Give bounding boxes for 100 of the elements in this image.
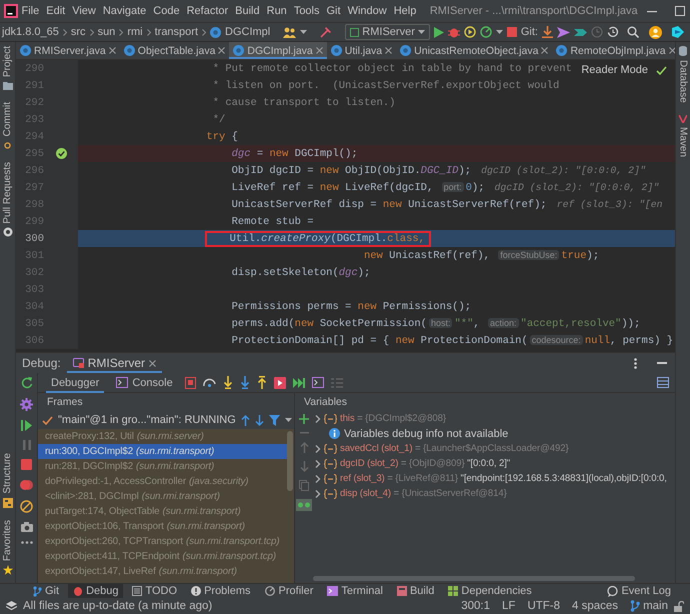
breadcrumb-item[interactable]: transport [154, 26, 198, 38]
minimize-icon[interactable] [657, 362, 667, 364]
stack-frame[interactable]: run:300, DGCImpl$2 (sun.rmi.transport) [38, 444, 287, 459]
step-out-icon[interactable] [256, 376, 267, 389]
debug-icon[interactable] [448, 26, 460, 38]
maximize-icon[interactable] [674, 6, 685, 16]
menu-item[interactable]: Edit [42, 5, 69, 17]
tool-window-tab[interactable]: Database [678, 60, 688, 103]
close-icon[interactable] [108, 47, 116, 54]
editor-tab[interactable]: ObjectTable.java [120, 42, 230, 59]
tool-window-tab[interactable]: Favorites [2, 520, 13, 561]
variable-entry[interactable]: ref (slot_3) = {LiveRef@811} "[endpoint:[192.168.5.3:48831](local),objID:[0:0:0, [340, 473, 667, 484]
menu-item[interactable]: Build [232, 5, 264, 17]
variable-entry[interactable]: dgcID (slot_2) = {ObjID@809} "[0:0:0, 2]" [340, 458, 510, 469]
step-over-icon[interactable] [202, 378, 216, 387]
close-icon[interactable] [668, 47, 676, 54]
resume-icon[interactable] [21, 420, 32, 431]
tool-window-button[interactable]: TODO [127, 584, 182, 598]
branch-icon[interactable] [630, 600, 640, 612]
close-icon[interactable] [316, 47, 323, 54]
rerun-icon[interactable] [20, 377, 32, 389]
arrow-down-icon[interactable] [254, 414, 264, 426]
history-icon[interactable] [606, 26, 619, 38]
table-icon[interactable] [657, 377, 669, 388]
scrollbar-thumb[interactable] [313, 576, 635, 581]
stop-icon[interactable] [506, 27, 517, 37]
breadcrumb-item[interactable]: jdk1.8.0_65 [2, 26, 59, 38]
editor-tab[interactable]: Util.java [326, 42, 396, 59]
fast-forward-icon[interactable] [292, 378, 305, 388]
unlocked-icon[interactable] [674, 600, 684, 612]
variable-entry[interactable]: disp (slot_4) = {UnicastServerRef@814} [340, 488, 507, 499]
tool-window-tab[interactable]: Pull Requests [2, 162, 13, 224]
menu-item[interactable]: Run [263, 5, 290, 17]
caret-position[interactable]: 300:1 [461, 600, 490, 612]
editor-tab[interactable]: RMIServer.java [16, 42, 120, 59]
menu-item[interactable]: Navigate [99, 5, 150, 17]
breakpoint-check-icon[interactable] [56, 148, 66, 159]
tool-window-button[interactable]: Build [392, 584, 440, 598]
console-icon[interactable] [312, 377, 324, 388]
run-configuration-dropdown[interactable]: RMIServer [345, 24, 430, 40]
menu-item[interactable]: View [68, 5, 100, 17]
filter-icon[interactable] [268, 414, 280, 426]
breadcrumb-item[interactable]: rmi [127, 26, 143, 38]
editor-tab[interactable]: UnicastRemoteObject.java [396, 42, 552, 59]
step-into-icon[interactable] [222, 376, 233, 389]
tool-window-button[interactable]: Problems [186, 584, 256, 598]
session-tab[interactable]: RMIServer [66, 353, 162, 373]
coverage-icon[interactable] [464, 26, 476, 38]
menu-item[interactable]: Help [390, 5, 420, 17]
send-arrow-icon[interactable] [556, 26, 570, 38]
menu-item[interactable]: File [18, 5, 43, 17]
run-icon[interactable] [434, 26, 444, 38]
reader-mode-link[interactable]: Reader Mode [581, 64, 648, 76]
variable-entry[interactable]: this = {DGCImpl$2@808} [340, 413, 446, 424]
variable-entry[interactable]: savedCcl (slot_1) = {Launcher$AppClassLoader@492} [340, 443, 569, 454]
mute-breakpoints-icon[interactable] [20, 500, 33, 513]
event-log-button[interactable]: Event Log [602, 584, 676, 598]
tool-window-button[interactable]: Git [28, 584, 64, 598]
debugger-tab[interactable]: Console [111, 372, 178, 392]
editor-tab[interactable]: DGCImpl.java [229, 42, 327, 59]
add-icon[interactable] [299, 414, 309, 424]
close-icon[interactable] [218, 47, 226, 54]
tool-window-button[interactable]: Profiler [260, 584, 318, 598]
breadcrumb-item[interactable]: sun [98, 26, 116, 38]
git-branch[interactable]: main [630, 600, 668, 612]
run-to-cursor-icon[interactable] [274, 376, 286, 388]
scrollbar-thumb[interactable] [287, 431, 293, 491]
profiler-icon[interactable] [480, 26, 492, 38]
close-icon[interactable] [385, 47, 392, 54]
menu-item[interactable]: Code [150, 5, 184, 17]
tool-window-tab[interactable]: Maven [678, 126, 688, 157]
menu-item[interactable]: Tools [290, 5, 323, 17]
arrow-up-icon[interactable] [240, 414, 250, 426]
speech-bubble-icon[interactable] [607, 586, 618, 596]
breadcrumb-item[interactable]: src [70, 26, 86, 38]
tool-window-tab[interactable]: Commit [2, 102, 13, 137]
settings-icon[interactable] [20, 398, 33, 411]
editor-tab[interactable]: RemoteObjImpl.java [552, 42, 680, 59]
breakpoints-icon[interactable] [20, 479, 33, 491]
debugger-tab[interactable]: Debugger [46, 372, 104, 392]
close-icon[interactable] [149, 360, 156, 366]
menu-item[interactable]: Window [344, 5, 390, 17]
line-separator[interactable]: LF [502, 600, 516, 612]
menu-item[interactable]: Refactor [183, 5, 232, 17]
download-arrow-icon[interactable] [542, 26, 553, 38]
tool-window-tab[interactable]: Structure [2, 453, 13, 494]
tool-window-tab[interactable]: Project [2, 46, 13, 78]
tool-window-button[interactable]: Terminal [322, 584, 388, 598]
camera-icon[interactable] [20, 522, 32, 532]
people-icon[interactable] [283, 26, 296, 38]
avatar-icon[interactable] [648, 26, 662, 38]
thread-selector[interactable]: "main"@1 in gro..."main": RUNNING [58, 414, 236, 426]
diamond-logo-icon[interactable] [672, 26, 684, 38]
indent-setting[interactable]: 4 spaces [572, 600, 618, 612]
breadcrumb-item[interactable]: DGCImpl [225, 26, 270, 38]
restore-layout-icon[interactable] [184, 376, 196, 388]
push-arrow-icon[interactable] [574, 26, 587, 38]
glasses-icon[interactable] [296, 499, 312, 511]
close-icon[interactable] [541, 47, 548, 54]
force-step-into-icon[interactable] [240, 376, 250, 389]
